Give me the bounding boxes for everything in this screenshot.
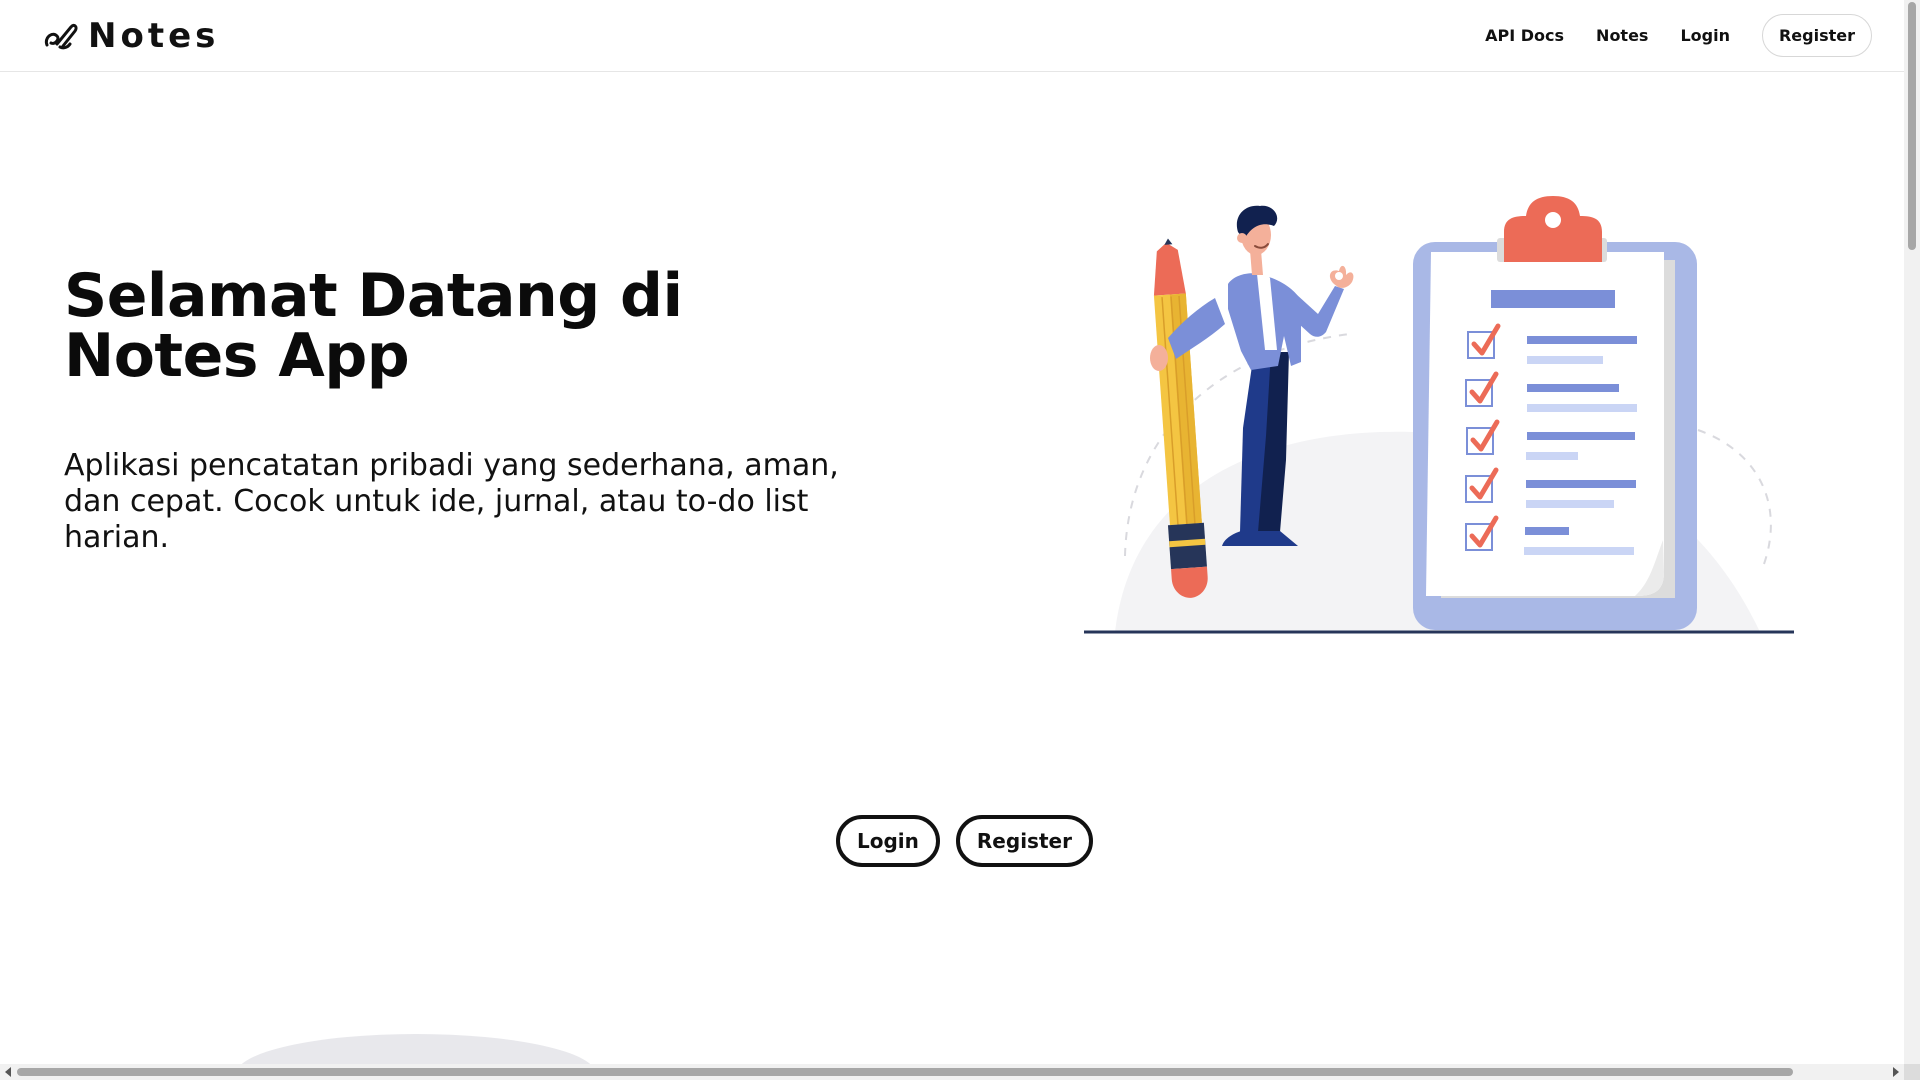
login-button[interactable]: Login	[836, 815, 940, 867]
scrollbar-corner	[1904, 1064, 1920, 1080]
person-with-pencil-and-checklist-illustration	[1084, 196, 1794, 634]
nav-login-link[interactable]: Login	[1680, 26, 1730, 45]
horizontal-scroll-thumb[interactable]	[17, 1068, 1793, 1076]
scroll-right-arrow-icon[interactable]	[1893, 1067, 1899, 1077]
nav-register-button[interactable]: Register	[1761, 13, 1872, 57]
brand-name: Notes	[88, 16, 220, 56]
top-navigation-bar: Notes API Docs Notes Login Register	[0, 0, 1904, 72]
nav-api-docs-link[interactable]: API Docs	[1485, 26, 1564, 45]
register-button[interactable]: Register	[955, 815, 1093, 867]
hero-subtitle: Aplikasi pencatatan pribadi yang sederha…	[64, 448, 839, 555]
call-to-action-group: Login Register	[836, 815, 1093, 867]
main-nav: API Docs Notes Login Register	[1485, 13, 1872, 57]
brand-logo[interactable]: Notes	[44, 14, 219, 58]
link-icon	[44, 23, 78, 50]
scroll-left-arrow-icon[interactable]	[5, 1067, 11, 1077]
vertical-scroll-thumb[interactable]	[1908, 2, 1916, 250]
hero-title: Selamat Datang di Notes App	[64, 261, 683, 391]
app-viewport: Notes API Docs Notes Login Register Sela…	[0, 0, 1920, 1080]
nav-notes-link[interactable]: Notes	[1596, 26, 1648, 45]
vertical-scrollbar[interactable]	[1904, 0, 1920, 1064]
horizontal-scrollbar[interactable]	[0, 1064, 1904, 1080]
clipboard-graphic	[1413, 196, 1697, 630]
